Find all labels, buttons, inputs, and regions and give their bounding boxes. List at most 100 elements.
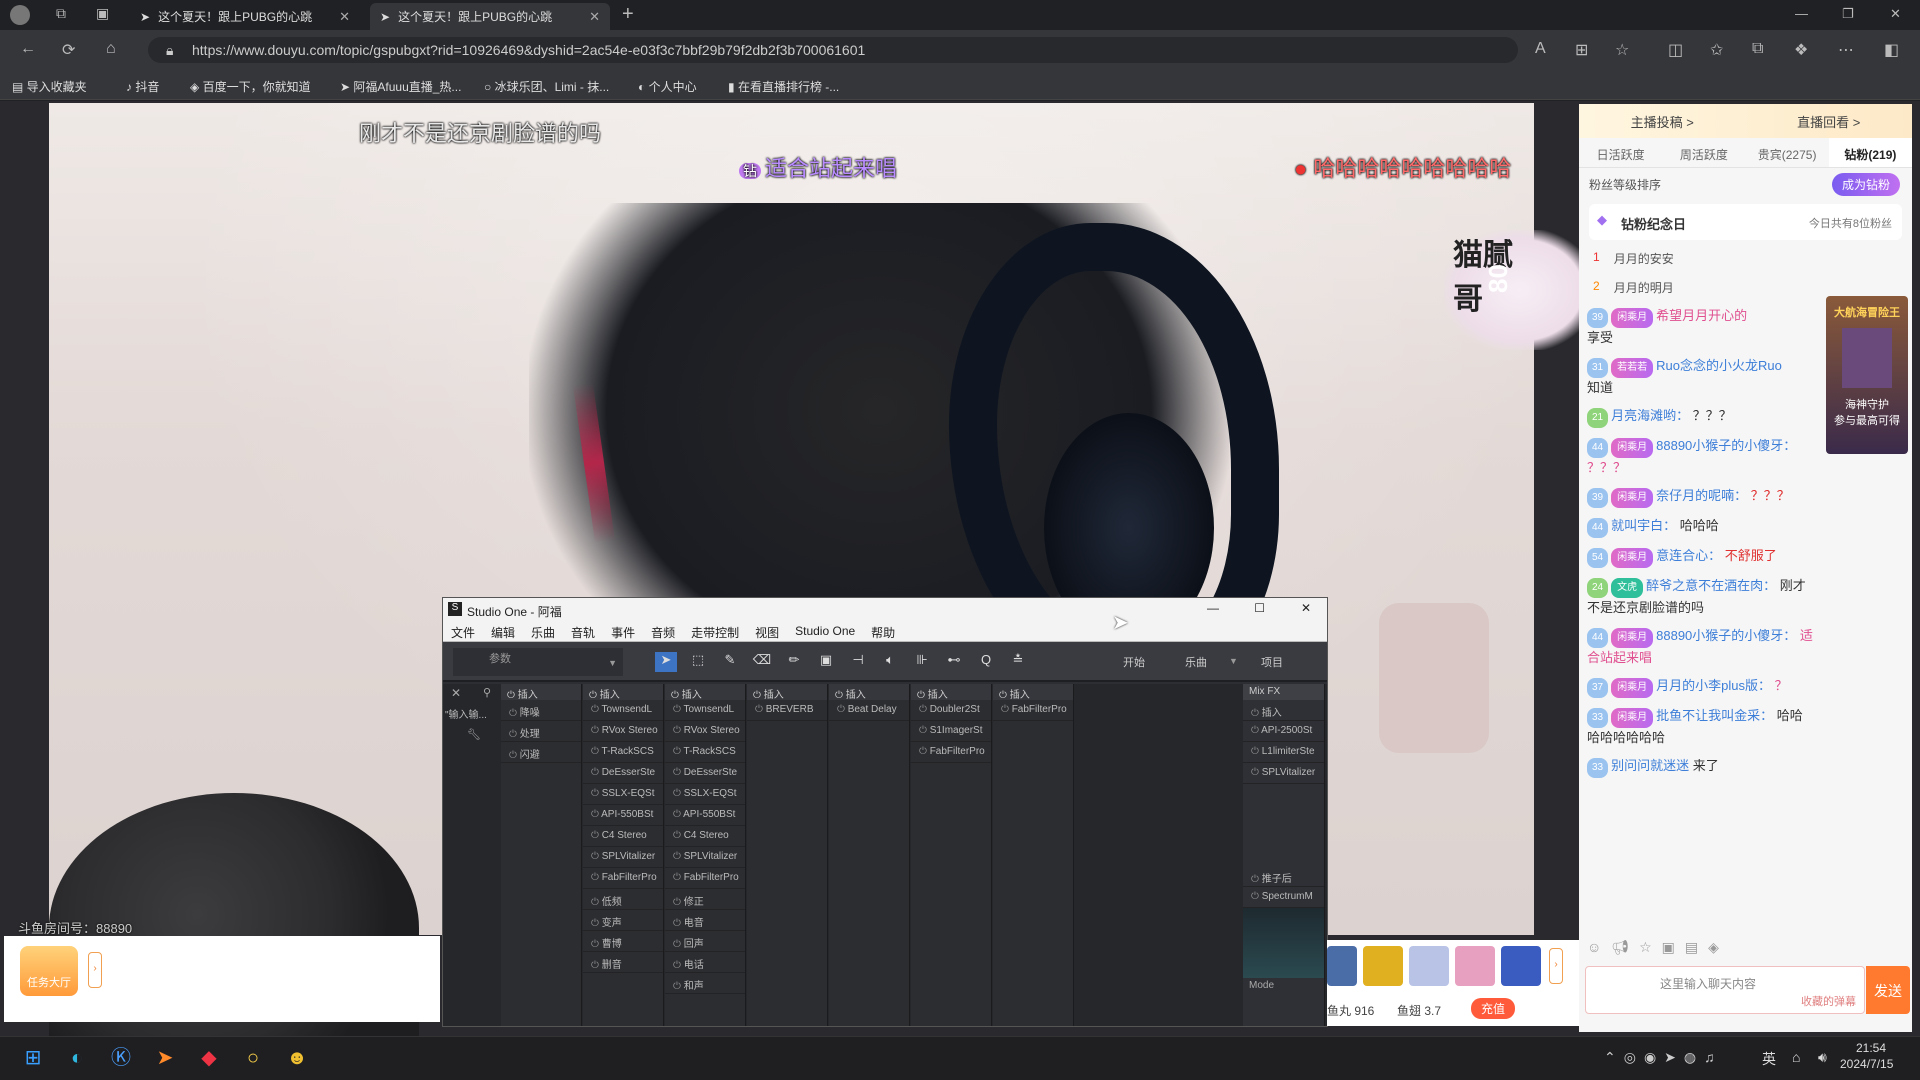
chat-input[interactable]: 这里输入聊天内容 收藏的弹幕 (1585, 966, 1865, 1014)
insert-slot[interactable]: SSLX-EQSt (665, 784, 745, 805)
fan-icon[interactable]: ☆ (1639, 939, 1652, 956)
streamer-submission-link[interactable]: 主播投稿 > (1631, 112, 1694, 131)
bookmark-baidu[interactable]: ◈ 百度一下，你就知道 (190, 78, 311, 95)
clock-date[interactable]: 2024/7/15 (1840, 1057, 1893, 1071)
insert-slot[interactable]: 闪避 (501, 742, 581, 763)
url-field[interactable]: 🔒︎ https://www.douyu.com/topic/gspubgxt?r… (148, 37, 1518, 63)
tab-daily-activity[interactable]: 日活跃度 (1579, 138, 1662, 167)
tab-diamond-fans[interactable]: 钻粉(219) (1828, 138, 1912, 167)
bookmark-afuuu[interactable]: ➤ 阿福Afuuu直播_热... (340, 78, 461, 95)
mascot-app-icon[interactable]: ☻ (282, 1043, 312, 1073)
insert-slot[interactable]: T-RackSCS (665, 742, 745, 763)
insert-slot[interactable]: API-550BSt (583, 805, 663, 826)
network-icon[interactable]: ⌂ (1792, 1049, 1800, 1065)
insert-slot[interactable]: RVox Stereo (583, 721, 663, 742)
insert-slot[interactable]: Beat Delay (829, 700, 909, 721)
arrow-tool-icon[interactable]: ➤ (655, 652, 677, 672)
snap-icon[interactable]: ⊪ (911, 652, 933, 672)
insert-slot[interactable]: DeEsserSte (665, 763, 745, 784)
kugou-icon[interactable]: Ⓚ (106, 1043, 136, 1073)
favorite-star-icon[interactable]: ☆ (1615, 40, 1629, 60)
metronome-icon[interactable]: ≛ (1007, 652, 1029, 672)
profile-avatar[interactable] (10, 5, 30, 25)
menu-edit[interactable]: 编辑 (491, 624, 515, 640)
split-screen-icon[interactable]: ◫ (1668, 40, 1683, 60)
chevron-down-icon[interactable]: ▼ (1229, 656, 1238, 666)
listen-tool-icon[interactable]: 🔈︎ (879, 652, 901, 672)
insert-header[interactable]: ⏻ 插入 (747, 684, 827, 701)
menu-transport[interactable]: 走带控制 (691, 624, 739, 640)
chat-username[interactable]: 批鱼不让我叫金采： (1656, 708, 1773, 723)
collections-icon[interactable]: ⧉ (1752, 40, 1763, 58)
close-window-icon[interactable]: ✕ (1890, 6, 1901, 22)
gift-tool-icon[interactable]: ▣ (1662, 939, 1675, 956)
insert-slot[interactable]: 和声 (665, 973, 745, 994)
replay-link[interactable]: 直播回看 > (1797, 112, 1860, 131)
bookmark-douyin[interactable]: ♪ 抖音 (126, 78, 159, 95)
song-button[interactable]: 乐曲 (1185, 654, 1207, 670)
menu-studio-one[interactable]: Studio One (795, 624, 855, 639)
insert-header[interactable]: ⏻ 插入 (583, 684, 663, 701)
insert-slot[interactable]: TownsendL (583, 700, 663, 721)
minimize-window-icon[interactable]: — (1795, 6, 1808, 21)
chat-message[interactable]: 33 闲乘月 批鱼不让我叫金采： 哈哈哈哈哈哈哈哈 (1579, 702, 1822, 752)
bend-tool-icon[interactable]: ⊣ (847, 652, 869, 672)
fan-day-card[interactable]: ◆ 钻粉纪念日 今日共有8位粉丝 (1589, 204, 1902, 240)
insert-slot[interactable]: 回声 (665, 931, 745, 952)
insert-slot[interactable]: 变声 (583, 910, 663, 931)
workspaces-icon[interactable]: ⧉ (56, 5, 66, 22)
media-app-icon[interactable]: ◆ (194, 1043, 224, 1073)
chat-username[interactable]: 88890小猴子的小傻牙： (1656, 628, 1796, 643)
insert-slot[interactable]: C4 Stereo (665, 826, 745, 847)
range-tool-icon[interactable]: ⬚ (687, 652, 709, 672)
insert-slot[interactable]: 电音 (665, 910, 745, 931)
fan-sort-label[interactable]: 粉丝等级排序 (1589, 178, 1661, 192)
chat-message[interactable]: 44 就叫宇白： 哈哈哈 (1579, 512, 1822, 542)
insert-header[interactable]: ⏻ 插入 (911, 684, 991, 701)
bookmark-profile[interactable]: ◐ 个人中心 (638, 78, 697, 95)
param-dropdown[interactable]: 参数 ▼ (453, 648, 623, 676)
emoji-icon[interactable]: ☺ (1587, 939, 1601, 956)
more-menu-icon[interactable]: ⋯ (1838, 40, 1854, 60)
insert-header[interactable]: ⏻ 插入 (665, 684, 745, 701)
volume-icon[interactable]: 🔊︎ (1818, 1049, 1827, 1066)
edge-icon[interactable]: ◐ (62, 1043, 92, 1073)
gift-icon[interactable] (1327, 946, 1357, 986)
chat-message[interactable]: 54 闲乘月 意连合心： 不舒服了 (1579, 542, 1822, 572)
chat-message[interactable]: 39 闲乘月 奈仔月的呢喃： ？？？ (1579, 482, 1822, 512)
insert-slot[interactable]: 电话 (665, 952, 745, 973)
read-aloud-icon[interactable]: A (1535, 40, 1546, 58)
tray-icons[interactable]: ⌃◎◉➤◍♫ (1604, 1049, 1723, 1066)
app-available-icon[interactable]: ⊞ (1575, 40, 1588, 60)
refresh-icon[interactable]: ⟳ (62, 40, 75, 60)
insert-slot[interactable]: 处理 (501, 721, 581, 742)
menu-song[interactable]: 乐曲 (531, 624, 555, 640)
studio-one-window[interactable]: S Studio One - 阿福 — ☐ ✕ 文件 编辑 乐曲 音轨 事件 音… (442, 597, 1328, 1027)
chat-message[interactable]: 24 文虎 醉爷之意不在酒在肉： 刚才不是还京剧脸谱的吗 (1579, 572, 1822, 622)
ime-indicator[interactable]: 英 (1762, 1049, 1776, 1069)
expand-arrow-icon[interactable]: › (88, 952, 102, 988)
insert-slot[interactable]: API-2500St (1243, 721, 1324, 742)
menu-event[interactable]: 事件 (611, 624, 635, 640)
browser-tab[interactable]: ➤ 这个夏天！跟上PUBG的心跳 ✕ (130, 3, 360, 30)
insert-slot[interactable]: FabFilterPro (993, 700, 1073, 721)
obs-icon[interactable]: ○ (238, 1043, 268, 1073)
s1-close-icon[interactable]: ✕ (1301, 601, 1311, 615)
insert-slot[interactable]: SPLVitalizer (1243, 763, 1324, 784)
insert-slot[interactable]: 曹博 (583, 931, 663, 952)
become-fan-button[interactable]: 成为钻粉 (1831, 173, 1900, 196)
mute-tool-icon[interactable]: ▣ (815, 652, 837, 672)
insert-slot[interactable]: 删音 (583, 952, 663, 973)
chat-username[interactable]: 醉爷之意不在酒在肉： (1646, 578, 1776, 593)
recharge-button[interactable]: 充值 (1471, 998, 1516, 1019)
bookmark-limi[interactable]: ○ 冰球乐团、Limi - 抹... (484, 78, 609, 95)
clock-time[interactable]: 21:54 (1856, 1041, 1886, 1055)
close-tab-icon[interactable]: ✕ (589, 9, 600, 25)
insert-header[interactable]: ⏻ 插入 (829, 684, 909, 701)
new-tab-button[interactable]: + (622, 3, 634, 26)
bookmark-ranking[interactable]: ▮ 在看直播排行榜 -... (728, 78, 839, 95)
insert-header[interactable]: ⏻ 插入 (993, 684, 1073, 701)
insert-slot[interactable]: FabFilterPro (911, 742, 991, 763)
start-menu-icon[interactable]: ⊞ (18, 1043, 48, 1073)
send-button[interactable]: 发送 (1866, 966, 1910, 1014)
